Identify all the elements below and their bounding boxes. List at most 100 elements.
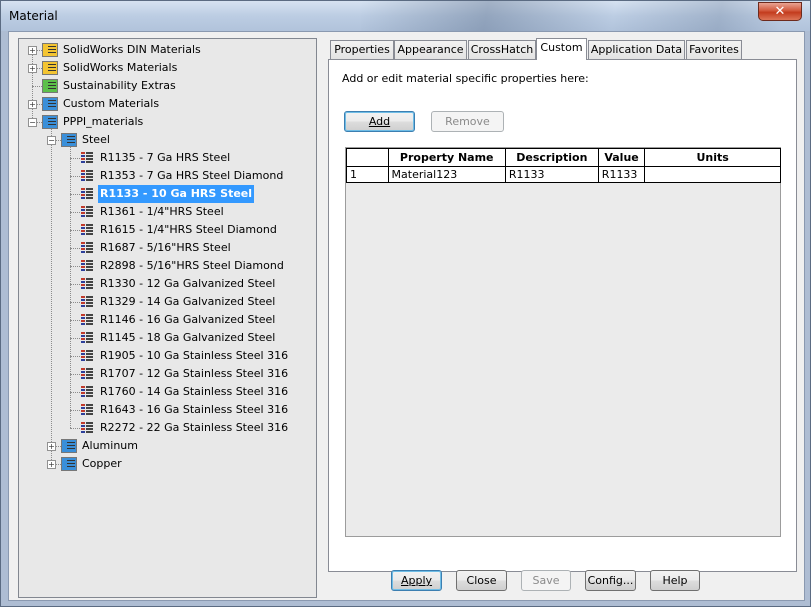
tree-item-material[interactable]: R1329 - 14 Ga Galvanized Steel [98, 293, 277, 311]
tree-item-material[interactable]: R1687 - 5/16"HRS Steel [98, 239, 233, 257]
close-window-button[interactable]: ✕ [758, 2, 802, 21]
tree-item-label: R1905 - 10 Ga Stainless Steel 316 [100, 349, 289, 362]
custom-properties-grid[interactable]: Property Name Description Value Units 1 Mate… [345, 147, 781, 537]
tree-item-material[interactable]: R1146 - 16 Ga Galvanized Steel [98, 311, 277, 329]
folder-lines [67, 442, 75, 450]
folder-lines [48, 46, 56, 54]
tree-connector-line [70, 248, 80, 249]
tree-connector-line [70, 147, 71, 428]
tree-expander-icon[interactable]: + [47, 460, 56, 469]
custom-instructions: Add or edit material specific properties… [342, 72, 589, 85]
material-item-icon [81, 224, 93, 235]
material-item-icon [81, 170, 93, 181]
remove-button[interactable]: Remove [431, 111, 504, 132]
table-cell[interactable]: 1 [346, 166, 389, 183]
close-button-label: Close [466, 574, 497, 587]
tree-item-material[interactable]: R1707 - 12 Ga Stainless Steel 316 [98, 365, 290, 383]
title-bar[interactable]: Material ✕ [1, 1, 810, 31]
tree-connector-line [32, 86, 42, 87]
tab-properties[interactable]: Properties [330, 40, 394, 59]
material-folder-icon [61, 439, 77, 453]
material-item-icon [81, 314, 93, 325]
apply-button[interactable]: Apply [391, 570, 442, 591]
material-tree[interactable]: + SolidWorks DIN Materials + SolidWorks Mat… [18, 38, 317, 598]
tab-application-data[interactable]: Application Data [588, 40, 685, 59]
tree-item-material[interactable]: R2898 - 5/16"HRS Steel Diamond [98, 257, 286, 275]
close-icon: ✕ [774, 4, 786, 19]
save-button[interactable]: Save [521, 570, 571, 591]
material-folder-icon [61, 133, 77, 147]
tree-item-label: R1135 - 7 Ga HRS Steel [100, 151, 231, 164]
tree-item-material[interactable]: R1133 - 10 Ga HRS Steel [98, 185, 255, 203]
tree-expander-icon[interactable]: + [28, 100, 37, 109]
tree-item-label: R1707 - 12 Ga Stainless Steel 316 [100, 367, 289, 380]
material-item-icon [81, 206, 93, 217]
tree-item-label: R1330 - 12 Ga Galvanized Steel [100, 277, 276, 290]
tree-item-material[interactable]: R1353 - 7 Ga HRS Steel Diamond [98, 167, 285, 185]
tree-item-material[interactable]: R1145 - 18 Ga Galvanized Steel [98, 329, 277, 347]
tab-favorites[interactable]: Favorites [686, 40, 742, 59]
tree-expander-icon[interactable]: + [28, 64, 37, 73]
column-header [346, 148, 389, 167]
tab-label: Properties [334, 43, 390, 56]
tree-expander-icon[interactable]: − [47, 136, 56, 145]
window-title: Material [9, 9, 58, 23]
material-item-icon [81, 278, 93, 289]
tree-item-material[interactable]: R2272 - 22 Ga Stainless Steel 316 [98, 419, 290, 437]
tree-node-category[interactable]: Copper [80, 455, 124, 473]
tree-item-label: R1643 - 16 Ga Stainless Steel 316 [100, 403, 289, 416]
tree-item-material[interactable]: R1135 - 7 Ga HRS Steel [98, 149, 232, 167]
tree-item-label: SolidWorks DIN Materials [63, 43, 201, 56]
table-cell[interactable]: R1133 [597, 166, 646, 183]
close-button[interactable]: Close [456, 570, 507, 591]
folder-lines [48, 118, 56, 126]
tree-item-material[interactable]: R1615 - 1/4"HRS Steel Diamond [98, 221, 279, 239]
add-button[interactable]: Add [344, 111, 415, 132]
material-folder-icon [42, 97, 58, 111]
tree-item-material[interactable]: R1905 - 10 Ga Stainless Steel 316 [98, 347, 290, 365]
tree-node-top[interactable]: Custom Materials [61, 95, 161, 113]
tree-node-top[interactable]: Sustainability Extras [61, 77, 178, 95]
tree-connector-line [70, 410, 80, 411]
tree-item-label: R1687 - 5/16"HRS Steel [100, 241, 231, 254]
tree-item-label: R1329 - 14 Ga Galvanized Steel [100, 295, 276, 308]
tree-connector-line [70, 212, 80, 213]
tree-item-material[interactable]: R1330 - 12 Ga Galvanized Steel [98, 275, 277, 293]
tree-item-material[interactable]: R1643 - 16 Ga Stainless Steel 316 [98, 401, 290, 419]
config-button[interactable]: Config... [585, 570, 636, 591]
tree-node-top[interactable]: SolidWorks DIN Materials [61, 41, 203, 59]
tab-crosshatch[interactable]: CrossHatch [468, 40, 536, 59]
tree-node-top[interactable]: PPPI_materials [61, 113, 145, 131]
column-header: Units [644, 148, 781, 167]
tree-connector-line [51, 129, 52, 464]
tab-custom[interactable]: Custom [536, 38, 587, 60]
tree-item-label: R1145 - 18 Ga Galvanized Steel [100, 331, 276, 344]
tree-node-category[interactable]: Aluminum [80, 437, 140, 455]
tree-node-category[interactable]: Steel [80, 131, 112, 149]
table-cell[interactable]: R1133 [504, 166, 599, 183]
table-row[interactable]: 1 Material123 R1133 R1133 [346, 166, 781, 183]
tree-expander-icon[interactable]: + [47, 442, 56, 451]
tree-connector-line [70, 428, 80, 429]
material-item-icon [81, 404, 93, 415]
tree-item-material[interactable]: R1361 - 1/4"HRS Steel [98, 203, 226, 221]
tree-item-material[interactable]: R1760 - 14 Ga Stainless Steel 316 [98, 383, 290, 401]
tab-appearance[interactable]: Appearance [394, 40, 467, 59]
tree-connector-line [70, 230, 80, 231]
tree-item-label: R2272 - 22 Ga Stainless Steel 316 [100, 421, 289, 434]
tree-item-label: Aluminum [82, 439, 138, 452]
help-button[interactable]: Help [650, 570, 700, 591]
folder-lines [67, 136, 75, 144]
tree-expander-icon[interactable]: − [28, 118, 37, 127]
table-cell[interactable]: Material123 [387, 166, 506, 183]
dialog-client-area: + SolidWorks DIN Materials + SolidWorks Mat… [8, 31, 805, 601]
column-header: Description [504, 148, 599, 167]
tree-connector-line [70, 158, 80, 159]
tree-expander-icon[interactable]: + [28, 46, 37, 55]
table-cell[interactable] [644, 166, 781, 183]
tree-item-label: R1146 - 16 Ga Galvanized Steel [100, 313, 276, 326]
folder-lines [48, 64, 56, 72]
apply-button-label: Apply [400, 574, 433, 587]
material-item-icon [81, 152, 93, 163]
tree-node-top[interactable]: SolidWorks Materials [61, 59, 179, 77]
